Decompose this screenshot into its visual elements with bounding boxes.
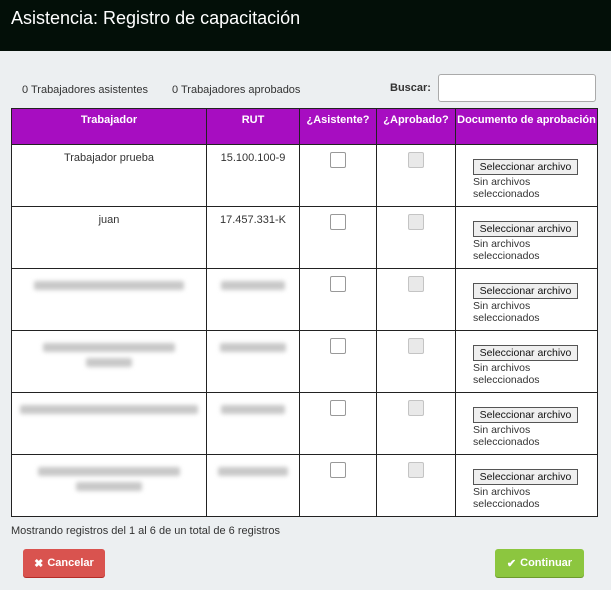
select-file-button[interactable]: Seleccionar archivo: [473, 159, 578, 175]
attended-checkbox[interactable]: [330, 214, 346, 230]
table-header-row: Trabajador RUT ¿Asistente? ¿Aprobado? Do…: [11, 108, 598, 145]
table-row: Seleccionar archivo Sin archivos selecci…: [11, 392, 598, 455]
attended-checkbox[interactable]: [330, 400, 346, 416]
header-worker[interactable]: Trabajador: [11, 108, 207, 145]
header-approved[interactable]: ¿Aprobado?: [376, 108, 456, 145]
select-file-button[interactable]: Seleccionar archivo: [473, 283, 578, 299]
approved-checkbox: [408, 276, 424, 292]
modal-title: Asistencia: Registro de capacitación: [11, 8, 301, 28]
file-status: Sin archivos seleccionados: [473, 238, 540, 262]
cancel-button[interactable]: ✖ Cancelar: [23, 549, 105, 577]
worker-name: Trabajador prueba: [11, 144, 207, 207]
redacted-text: [218, 467, 288, 476]
attended-cell: [299, 392, 377, 455]
document-cell: Seleccionar archivo Sin archivos selecci…: [455, 330, 598, 393]
cancel-label: Cancelar: [47, 557, 94, 569]
worker-rut-redacted: [206, 392, 300, 455]
approved-cell: [376, 392, 456, 455]
file-status: Sin archivos seleccionados: [473, 486, 540, 510]
approved-cell: [376, 330, 456, 393]
worker-name-redacted: [11, 392, 207, 455]
document-cell: Seleccionar archivo Sin archivos selecci…: [455, 454, 598, 517]
approved-count: 0 Trabajadores aprobados: [172, 84, 301, 96]
header-rut[interactable]: RUT: [206, 108, 300, 145]
continue-button[interactable]: ✔ Continuar: [495, 549, 584, 577]
worker-name-redacted: [11, 454, 207, 517]
worker-rut-redacted: [206, 268, 300, 331]
attended-cell: [299, 206, 377, 269]
approved-checkbox: [408, 462, 424, 478]
document-cell: Seleccionar archivo Sin archivos selecci…: [455, 268, 598, 331]
attended-cell: [299, 454, 377, 517]
table-row: Seleccionar archivo Sin archivos selecci…: [11, 268, 598, 331]
file-status: Sin archivos seleccionados: [473, 300, 540, 324]
attendance-table: Trabajador RUT ¿Asistente? ¿Aprobado? Do…: [11, 108, 598, 517]
search-label: Buscar:: [390, 82, 431, 94]
table-row: Seleccionar archivo Sin archivos selecci…: [11, 330, 598, 393]
redacted-text: [221, 281, 285, 290]
redacted-text: [220, 343, 286, 352]
redacted-text: [86, 358, 132, 367]
attended-cell: [299, 144, 377, 207]
worker-name: juan: [11, 206, 207, 269]
attendees-count: 0 Trabajadores asistentes: [22, 84, 148, 96]
worker-name-redacted: [11, 268, 207, 331]
file-status: Sin archivos seleccionados: [473, 362, 540, 386]
worker-rut-redacted: [206, 454, 300, 517]
header-attended[interactable]: ¿Asistente?: [299, 108, 377, 145]
table-row: Trabajador prueba 15.100.100-9 Seleccion…: [11, 144, 598, 207]
approved-cell: [376, 268, 456, 331]
redacted-text: [34, 281, 184, 290]
modal-header: Asistencia: Registro de capacitación: [0, 0, 611, 51]
approved-checkbox: [408, 338, 424, 354]
approved-checkbox: [408, 214, 424, 230]
continue-label: Continuar: [520, 557, 573, 569]
attended-checkbox[interactable]: [330, 152, 346, 168]
table-row: Seleccionar archivo Sin archivos selecci…: [11, 454, 598, 517]
attended-checkbox[interactable]: [330, 276, 346, 292]
document-cell: Seleccionar archivo Sin archivos selecci…: [455, 144, 598, 207]
file-status: Sin archivos seleccionados: [473, 424, 540, 448]
attended-cell: [299, 330, 377, 393]
worker-name-redacted: [11, 330, 207, 393]
select-file-button[interactable]: Seleccionar archivo: [473, 345, 578, 361]
search-input[interactable]: [438, 74, 596, 102]
attended-checkbox[interactable]: [330, 462, 346, 478]
attended-cell: [299, 268, 377, 331]
times-icon: ✖: [34, 557, 44, 570]
table-row: juan 17.457.331-K Seleccionar archivo Si…: [11, 206, 598, 269]
redacted-text: [20, 405, 198, 414]
document-cell: Seleccionar archivo Sin archivos selecci…: [455, 206, 598, 269]
attended-checkbox[interactable]: [330, 338, 346, 354]
select-file-button[interactable]: Seleccionar archivo: [473, 221, 578, 237]
redacted-text: [43, 343, 175, 352]
document-cell: Seleccionar archivo Sin archivos selecci…: [455, 392, 598, 455]
worker-rut-redacted: [206, 330, 300, 393]
approved-checkbox: [408, 400, 424, 416]
table-info: Mostrando registros del 1 al 6 de un tot…: [11, 525, 281, 537]
worker-rut: 17.457.331-K: [206, 206, 300, 269]
check-icon: ✔: [506, 557, 517, 570]
header-document[interactable]: Documento de aprobación: [455, 108, 598, 145]
redacted-text: [76, 482, 142, 491]
worker-rut: 15.100.100-9: [206, 144, 300, 207]
select-file-button[interactable]: Seleccionar archivo: [473, 407, 578, 423]
approved-cell: [376, 144, 456, 207]
file-status: Sin archivos seleccionados: [473, 176, 540, 200]
approved-cell: [376, 454, 456, 517]
approved-cell: [376, 206, 456, 269]
approved-checkbox: [408, 152, 424, 168]
redacted-text: [221, 405, 285, 414]
redacted-text: [38, 467, 180, 476]
select-file-button[interactable]: Seleccionar archivo: [473, 469, 578, 485]
